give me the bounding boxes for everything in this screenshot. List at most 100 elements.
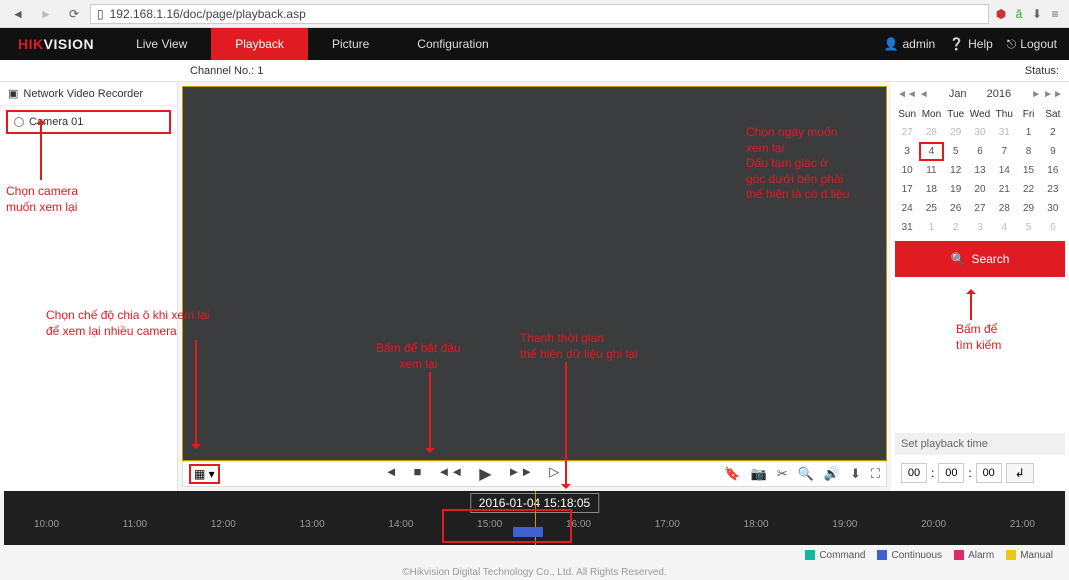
help-link[interactable]: ❔Help bbox=[949, 37, 993, 51]
calendar-day[interactable]: 21 bbox=[992, 180, 1016, 199]
nav-configuration[interactable]: Configuration bbox=[393, 28, 512, 60]
stop-button[interactable]: ■ bbox=[414, 464, 422, 484]
calendar-day[interactable]: 18 bbox=[919, 180, 943, 199]
app-header: HIKVISION Live View Playback Picture Con… bbox=[0, 28, 1069, 60]
download-icon[interactable]: ⬇ bbox=[1029, 6, 1045, 22]
next-month-button[interactable]: ► bbox=[1031, 89, 1041, 100]
clip-button[interactable]: ✂ bbox=[777, 466, 788, 482]
user-label[interactable]: 👤admin bbox=[884, 37, 936, 51]
next-year-button[interactable]: ►► bbox=[1043, 89, 1063, 100]
calendar-day[interactable]: 30 bbox=[968, 123, 992, 142]
page-icon: ▯ bbox=[97, 7, 104, 21]
timeline-tick: 15:00 bbox=[477, 519, 502, 530]
calendar-day[interactable]: 2 bbox=[944, 218, 968, 237]
calendar-day[interactable]: 31 bbox=[992, 123, 1016, 142]
calendar-day[interactable]: 10 bbox=[895, 161, 919, 180]
reload-button[interactable]: ⟳ bbox=[62, 4, 86, 24]
calendar-day[interactable]: 27 bbox=[968, 199, 992, 218]
calendar-day[interactable]: 7 bbox=[992, 142, 1016, 161]
calendar-day[interactable]: 22 bbox=[1016, 180, 1040, 199]
calendar-dow: Thu bbox=[992, 106, 1016, 123]
nav-picture[interactable]: Picture bbox=[308, 28, 393, 60]
calendar-day[interactable]: 6 bbox=[968, 142, 992, 161]
calendar-day[interactable]: 19 bbox=[944, 180, 968, 199]
calendar-day[interactable]: 17 bbox=[895, 180, 919, 199]
annotation-arrow bbox=[970, 290, 972, 320]
playback-go-button[interactable]: ↲ bbox=[1006, 463, 1034, 483]
calendar-day[interactable]: 25 bbox=[919, 199, 943, 218]
prev-month-button[interactable]: ◄ bbox=[919, 89, 929, 100]
playback-mm[interactable] bbox=[938, 463, 964, 483]
snapshot-button[interactable]: 📷 bbox=[751, 466, 767, 482]
calendar-day[interactable]: 6 bbox=[1041, 218, 1065, 237]
calendar-day[interactable]: 15 bbox=[1016, 161, 1040, 180]
sidebar-item-camera-01[interactable]: Camera 01 bbox=[6, 110, 171, 134]
calendar-day[interactable]: 1 bbox=[1016, 123, 1040, 142]
tag-button[interactable]: 🔖 bbox=[724, 466, 740, 482]
calendar-day[interactable]: 8 bbox=[1016, 142, 1040, 161]
calendar-day[interactable]: 3 bbox=[968, 218, 992, 237]
ext-icon[interactable]: ă bbox=[1011, 6, 1027, 22]
nav-playback[interactable]: Playback bbox=[211, 28, 308, 60]
address-bar[interactable]: ▯ 192.168.1.16/doc/page/playback.asp bbox=[90, 4, 989, 24]
audio-button[interactable]: 🔊 bbox=[824, 466, 840, 482]
logout-link[interactable]: ⎋Logout bbox=[1007, 37, 1057, 52]
calendar-dow: Sat bbox=[1041, 106, 1065, 123]
back-button[interactable]: ◄ bbox=[6, 4, 30, 24]
calendar-day[interactable]: 9 bbox=[1041, 142, 1065, 161]
legend: Command Continuous Alarm Manual bbox=[0, 545, 1069, 565]
play-button[interactable]: ▶ bbox=[479, 464, 491, 484]
footer: ©Hikvision Digital Technology Co., Ltd. … bbox=[0, 565, 1069, 580]
calendar-day[interactable]: 4 bbox=[919, 142, 943, 161]
fullscreen-button[interactable]: ⛶ bbox=[871, 466, 880, 482]
calendar-day[interactable]: 16 bbox=[1041, 161, 1065, 180]
calendar-day[interactable]: 20 bbox=[968, 180, 992, 199]
prev-frame-button[interactable]: ◄ bbox=[385, 464, 398, 484]
annotation-arrow bbox=[565, 362, 567, 488]
calendar-day[interactable]: 1 bbox=[919, 218, 943, 237]
calendar-day[interactable]: 28 bbox=[919, 123, 943, 142]
search-icon: 🔍 bbox=[951, 252, 966, 266]
calendar-day[interactable]: 28 bbox=[992, 199, 1016, 218]
calendar-day[interactable]: 4 bbox=[992, 218, 1016, 237]
calendar-day[interactable]: 13 bbox=[968, 161, 992, 180]
forward-button[interactable]: ► bbox=[34, 4, 58, 24]
calendar-day[interactable]: 5 bbox=[944, 142, 968, 161]
menu-icon[interactable]: ≡ bbox=[1047, 6, 1063, 22]
calendar-dow: Wed bbox=[968, 106, 992, 123]
calendar-day[interactable]: 29 bbox=[1016, 199, 1040, 218]
camera-status-icon bbox=[14, 117, 24, 127]
calendar-day[interactable]: 31 bbox=[895, 218, 919, 237]
timeline-tick: 14:00 bbox=[388, 519, 413, 530]
main-nav: Live View Playback Picture Configuration bbox=[112, 28, 513, 60]
playback-ss[interactable] bbox=[976, 463, 1002, 483]
calendar-day[interactable]: 30 bbox=[1041, 199, 1065, 218]
prev-year-button[interactable]: ◄◄ bbox=[897, 89, 917, 100]
timeline[interactable]: 2016-01-04 15:18:05 10:0011:0012:0013:00… bbox=[4, 491, 1065, 545]
search-button[interactable]: 🔍 Search bbox=[897, 243, 1063, 275]
download-button[interactable]: ⬇ bbox=[850, 466, 861, 482]
calendar-day[interactable]: 12 bbox=[944, 161, 968, 180]
calendar-day[interactable]: 3 bbox=[895, 142, 919, 161]
calendar-dow: Tue bbox=[944, 106, 968, 123]
calendar-day[interactable]: 5 bbox=[1016, 218, 1040, 237]
calendar-day[interactable]: 2 bbox=[1041, 123, 1065, 142]
forward-button[interactable]: ►► bbox=[508, 464, 534, 484]
calendar-day[interactable]: 27 bbox=[895, 123, 919, 142]
next-frame-button[interactable]: ▷ bbox=[549, 464, 559, 484]
layout-button[interactable]: ▦ ▾ bbox=[189, 464, 220, 484]
calendar-day[interactable]: 23 bbox=[1041, 180, 1065, 199]
video-viewport[interactable] bbox=[182, 86, 887, 461]
abp-icon[interactable]: ⬢ bbox=[993, 6, 1009, 22]
calendar-day[interactable]: 14 bbox=[992, 161, 1016, 180]
calendar-day[interactable]: 24 bbox=[895, 199, 919, 218]
calendar-day[interactable]: 29 bbox=[944, 123, 968, 142]
nav-live-view[interactable]: Live View bbox=[112, 28, 211, 60]
rewind-button[interactable]: ◄◄ bbox=[437, 464, 463, 484]
calendar-day[interactable]: 11 bbox=[919, 161, 943, 180]
calendar-day[interactable]: 26 bbox=[944, 199, 968, 218]
playback-hh[interactable] bbox=[901, 463, 927, 483]
browser-toolbar: ◄ ► ⟳ ▯ 192.168.1.16/doc/page/playback.a… bbox=[0, 0, 1069, 28]
timeline-tick: 21:00 bbox=[1010, 519, 1035, 530]
zoom-button[interactable]: 🔍 bbox=[798, 466, 814, 482]
